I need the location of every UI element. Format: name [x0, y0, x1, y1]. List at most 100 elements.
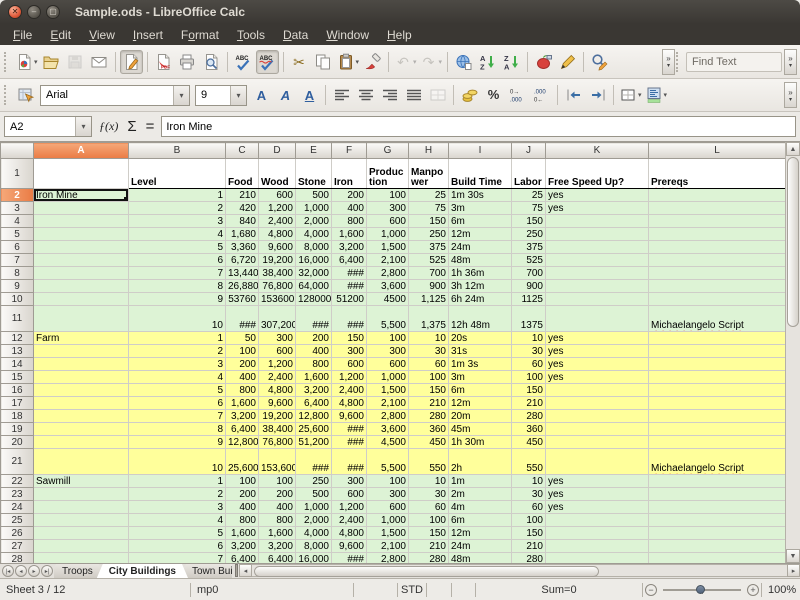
cell-K21[interactable]	[546, 449, 649, 475]
select-all-corner[interactable]	[1, 143, 34, 159]
cell-K6[interactable]	[546, 241, 649, 254]
cell-F10[interactable]: 51200	[332, 293, 367, 306]
zoom-slider-handle[interactable]	[696, 585, 705, 594]
cell-B28[interactable]: 7	[129, 553, 226, 564]
align-right-button[interactable]	[378, 83, 401, 107]
cell-E24[interactable]: 1,000	[296, 501, 332, 514]
formatting-toolbar-overflow-button[interactable]: »▾	[784, 82, 797, 108]
cell-E6[interactable]: 8,000	[296, 241, 332, 254]
insert-chart-button[interactable]	[532, 50, 555, 74]
cell-A21[interactable]	[34, 449, 129, 475]
cell-B17[interactable]: 6	[129, 397, 226, 410]
row-header-23[interactable]: 23	[1, 488, 34, 501]
cell-L20[interactable]	[649, 436, 786, 449]
cell-J4[interactable]: 150	[512, 215, 546, 228]
row-header-12[interactable]: 12	[1, 332, 34, 345]
cell-A13[interactable]	[34, 345, 129, 358]
cell-J26[interactable]: 150	[512, 527, 546, 540]
cell-I14[interactable]: 1m 3s	[449, 358, 512, 371]
cell-H25[interactable]: 100	[409, 514, 449, 527]
cell-G22[interactable]: 100	[367, 475, 409, 488]
cell-K8[interactable]	[546, 267, 649, 280]
vertical-scrollbar[interactable]: ▲ ▼	[785, 142, 800, 563]
cell-I11[interactable]: 12h 48m	[449, 306, 512, 332]
cell-B9[interactable]: 8	[129, 280, 226, 293]
cell-F25[interactable]: 2,400	[332, 514, 367, 527]
cell-B4[interactable]: 3	[129, 215, 226, 228]
percent-button[interactable]: %	[482, 83, 505, 107]
cell-K3[interactable]: yes	[546, 202, 649, 215]
cell-F13[interactable]: 300	[332, 345, 367, 358]
cell-A17[interactable]	[34, 397, 129, 410]
cell-E14[interactable]: 800	[296, 358, 332, 371]
vertical-scroll-thumb[interactable]	[787, 157, 799, 327]
cell-B13[interactable]: 2	[129, 345, 226, 358]
cell-C6[interactable]: 3,360	[226, 241, 259, 254]
cell-L6[interactable]	[649, 241, 786, 254]
cell-J24[interactable]: 60	[512, 501, 546, 514]
cell-I5[interactable]: 12m	[449, 228, 512, 241]
cell-H2[interactable]: 25	[409, 189, 449, 202]
row-header-16[interactable]: 16	[1, 384, 34, 397]
cell-J28[interactable]: 280	[512, 553, 546, 564]
cell-I7[interactable]: 48m	[449, 254, 512, 267]
cell-I3[interactable]: 3m	[449, 202, 512, 215]
cell-K20[interactable]	[546, 436, 649, 449]
cell-K1[interactable]: Free Speed Up?	[546, 159, 649, 189]
sort-ascending-button[interactable]: AZ	[476, 50, 499, 74]
cell-J10[interactable]: 1125	[512, 293, 546, 306]
cell-J11[interactable]: 1375	[512, 306, 546, 332]
cell-C21[interactable]: 25,600	[226, 449, 259, 475]
cell-K25[interactable]	[546, 514, 649, 527]
cell-J23[interactable]: 30	[512, 488, 546, 501]
dropdown-arrow-icon[interactable]: ▾	[638, 91, 642, 99]
cell-I18[interactable]: 20m	[449, 410, 512, 423]
cell-H1[interactable]: Manpower	[409, 159, 449, 189]
cell-D8[interactable]: 38,400	[259, 267, 296, 280]
cell-J3[interactable]: 75	[512, 202, 546, 215]
cell-B23[interactable]: 2	[129, 488, 226, 501]
cell-C11[interactable]: ###	[226, 306, 259, 332]
cell-B1[interactable]: Level	[129, 159, 226, 189]
column-header-K[interactable]: K	[546, 143, 649, 159]
cell-J21[interactable]: 550	[512, 449, 546, 475]
cell-H9[interactable]: 900	[409, 280, 449, 293]
menu-insert[interactable]: Insert	[124, 26, 172, 44]
decrease-indent-button[interactable]	[562, 83, 585, 107]
cell-A3[interactable]	[34, 202, 129, 215]
cell-E22[interactable]: 250	[296, 475, 332, 488]
cell-A24[interactable]	[34, 501, 129, 514]
cell-H11[interactable]: 1,375	[409, 306, 449, 332]
open-button[interactable]	[40, 50, 63, 74]
cell-I17[interactable]: 12m	[449, 397, 512, 410]
row-header-3[interactable]: 3	[1, 202, 34, 215]
cell-B16[interactable]: 5	[129, 384, 226, 397]
cell-B14[interactable]: 3	[129, 358, 226, 371]
cell-G7[interactable]: 2,100	[367, 254, 409, 267]
background-color-button[interactable]: ▾	[644, 83, 669, 107]
cell-I25[interactable]: 6m	[449, 514, 512, 527]
combo-dropdown-icon[interactable]: ▾	[173, 86, 189, 105]
cell-E11[interactable]: ###	[296, 306, 332, 332]
email-button[interactable]	[88, 50, 111, 74]
cell-F12[interactable]: 150	[332, 332, 367, 345]
cell-E9[interactable]: 64,000	[296, 280, 332, 293]
cell-A2[interactable]: Iron Mine	[34, 189, 129, 202]
cell-L11[interactable]: Michaelangelo Script	[649, 306, 786, 332]
cell-K14[interactable]: yes	[546, 358, 649, 371]
cell-G20[interactable]: 4,500	[367, 436, 409, 449]
horizontal-scrollbar[interactable]: ◂ ▸	[239, 564, 800, 577]
cell-J6[interactable]: 375	[512, 241, 546, 254]
cell-G13[interactable]: 300	[367, 345, 409, 358]
cell-B8[interactable]: 7	[129, 267, 226, 280]
cell-D18[interactable]: 19,200	[259, 410, 296, 423]
menu-file[interactable]: File	[4, 26, 41, 44]
zoom-in-icon[interactable]: +	[747, 584, 759, 596]
cell-K15[interactable]: yes	[546, 371, 649, 384]
scroll-up-icon[interactable]: ▲	[786, 142, 800, 156]
cell-H26[interactable]: 150	[409, 527, 449, 540]
cell-A5[interactable]	[34, 228, 129, 241]
cell-H20[interactable]: 450	[409, 436, 449, 449]
menu-format[interactable]: Format	[172, 26, 228, 44]
row-header-10[interactable]: 10	[1, 293, 34, 306]
